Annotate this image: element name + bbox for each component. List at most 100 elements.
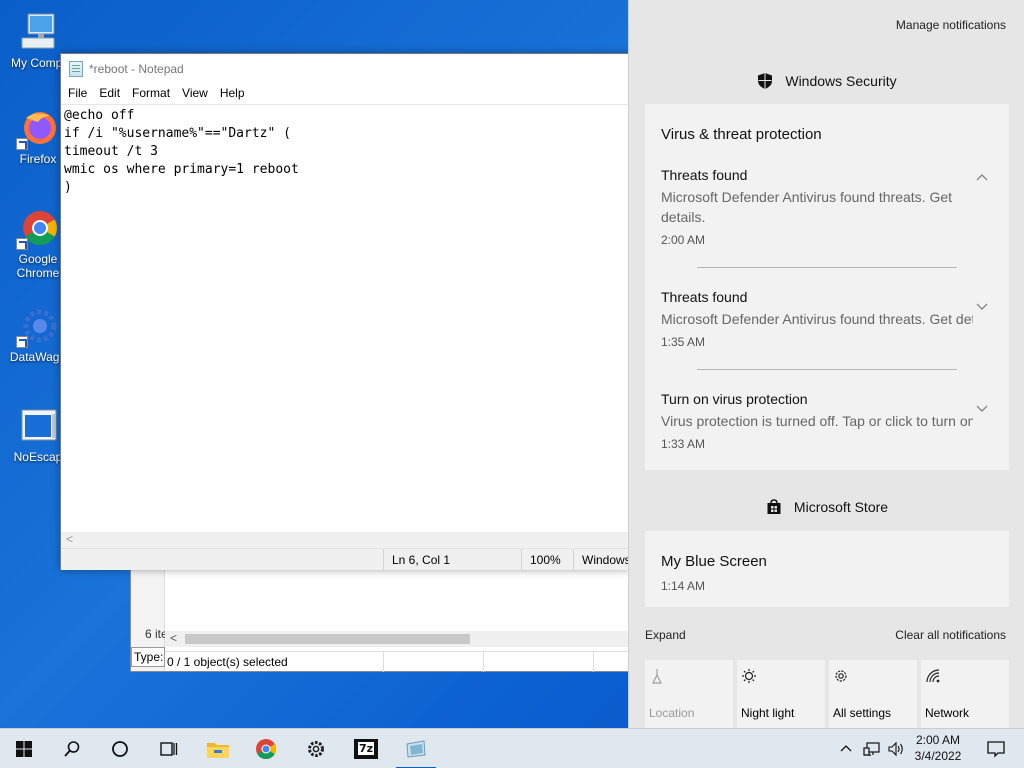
cortana-button[interactable] bbox=[96, 729, 144, 768]
menu-view[interactable]: View bbox=[177, 84, 215, 102]
notification-body: Virus protection is turned off. Tap or c… bbox=[661, 413, 973, 429]
app-icon bbox=[406, 740, 426, 758]
notepad-title-bar[interactable]: *reboot - Notepad bbox=[61, 54, 629, 84]
start-icon bbox=[16, 741, 32, 757]
horizontal-scrollbar[interactable]: < bbox=[61, 532, 629, 548]
network-icon bbox=[926, 669, 940, 683]
notification-time: 2:00 AM bbox=[661, 233, 706, 247]
notification-item[interactable]: My Blue Screen 1:14 AM bbox=[661, 553, 993, 593]
notification-item[interactable]: Threats found Microsoft Defender Antivir… bbox=[661, 289, 993, 349]
notification-center-icon bbox=[987, 741, 1005, 758]
taskbar-settings[interactable] bbox=[292, 729, 340, 768]
windows-security-header: Windows Security bbox=[629, 72, 1024, 90]
clock[interactable]: 2:00 AM 3/4/2022 bbox=[908, 732, 968, 764]
action-center-button[interactable] bbox=[972, 729, 1020, 768]
shortcut-arrow-icon bbox=[16, 238, 28, 250]
scroll-left-icon[interactable]: < bbox=[66, 532, 73, 546]
chrome-icon bbox=[256, 739, 276, 759]
menu-format[interactable]: Format bbox=[127, 84, 177, 102]
manage-notifications-link[interactable]: Manage notifications bbox=[896, 18, 1006, 32]
search-button[interactable] bbox=[48, 729, 96, 768]
menu-edit[interactable]: Edit bbox=[94, 84, 127, 102]
location-icon bbox=[652, 669, 662, 684]
taskbar-chrome[interactable] bbox=[242, 729, 290, 768]
clock-time: 2:00 AM bbox=[915, 733, 961, 747]
notification-item[interactable]: Threats found Microsoft Defender Antivir… bbox=[661, 167, 993, 247]
notification-divider bbox=[697, 267, 957, 268]
7zip-icon: 7z bbox=[354, 739, 378, 759]
group-title: Windows Security bbox=[785, 73, 897, 89]
notification-title: My Blue Screen bbox=[661, 553, 767, 570]
chevron-up-icon[interactable] bbox=[975, 171, 989, 185]
computer-icon bbox=[18, 10, 62, 54]
clock-date: 3/4/2022 bbox=[914, 749, 962, 763]
status-separator bbox=[593, 652, 594, 672]
store-bag-icon bbox=[767, 499, 781, 514]
night-light-icon bbox=[742, 669, 756, 683]
notification-divider bbox=[697, 369, 957, 370]
settings-icon bbox=[308, 741, 324, 757]
network-tray-button[interactable] bbox=[860, 729, 884, 768]
quick-action-label: All settings bbox=[833, 706, 892, 720]
chevron-up-icon bbox=[840, 745, 852, 752]
action-center-panel: Manage notifications Windows Security Vi… bbox=[628, 0, 1024, 728]
taskbar-active-app[interactable] bbox=[392, 729, 440, 768]
explorer-window[interactable]: 6 ite Type: < 0 / 1 object(s) selected bbox=[130, 560, 630, 672]
taskbar-7zip[interactable]: 7z bbox=[342, 729, 390, 768]
chevron-down-icon[interactable] bbox=[975, 299, 989, 313]
notification-title: Threats found bbox=[661, 167, 748, 183]
line-ending: Windows (CRLF) bbox=[573, 549, 629, 571]
notepad-status-bar: Ln 6, Col 1 100% Windows (CRLF) bbox=[61, 548, 629, 571]
notification-title: Threats found bbox=[661, 289, 748, 305]
notepad-icon bbox=[69, 61, 83, 77]
start-button[interactable] bbox=[0, 729, 48, 768]
quick-action-network[interactable]: Network bbox=[921, 660, 1009, 728]
7zip-label: 7z bbox=[357, 742, 375, 755]
type-column-header[interactable]: Type: bbox=[131, 647, 165, 667]
quick-action-label: Night light bbox=[741, 706, 795, 720]
notification-body: Microsoft Defender Antivirus found threa… bbox=[661, 189, 953, 225]
cortana-icon bbox=[112, 741, 128, 757]
show-hidden-icons-button[interactable] bbox=[834, 729, 858, 768]
task-view-button[interactable] bbox=[144, 729, 192, 768]
menu-file[interactable]: File bbox=[63, 84, 94, 102]
quick-action-label: Network bbox=[925, 706, 970, 720]
notification-time: 1:33 AM bbox=[661, 437, 706, 451]
file-explorer-icon bbox=[207, 743, 229, 758]
selection-status: 0 / 1 object(s) selected bbox=[167, 655, 288, 669]
notification-title: Turn on virus protection bbox=[661, 391, 808, 407]
quick-action-night-light[interactable]: Night light bbox=[737, 660, 825, 728]
taskbar-file-explorer[interactable] bbox=[194, 729, 242, 768]
chevron-down-icon[interactable] bbox=[975, 401, 989, 415]
cursor-position: Ln 6, Col 1 bbox=[383, 549, 521, 571]
horizontal-scrollbar[interactable]: < bbox=[165, 631, 629, 647]
desktop-icon-label: Google Chrome bbox=[16, 252, 60, 280]
quick-action-label: Location bbox=[649, 706, 695, 720]
menu-help[interactable]: Help bbox=[215, 84, 252, 102]
volume-button[interactable] bbox=[884, 729, 908, 768]
group-title: Microsoft Store bbox=[793, 499, 889, 515]
text-editor[interactable]: @echo off if /i "%username%"=="Dartz" ( … bbox=[61, 104, 629, 532]
status-separator bbox=[483, 652, 484, 672]
expand-link[interactable]: Expand bbox=[645, 628, 686, 642]
task-view-icon bbox=[160, 742, 178, 756]
scroll-left-icon[interactable]: < bbox=[170, 631, 177, 645]
notification-item[interactable]: Turn on virus protection Virus protectio… bbox=[661, 391, 993, 451]
firefox-icon bbox=[16, 106, 60, 150]
scrollbar-thumb[interactable] bbox=[185, 634, 470, 644]
clear-all-notifications-link[interactable]: Clear all notifications bbox=[895, 628, 1006, 642]
gear-icon bbox=[835, 670, 847, 682]
status-separator bbox=[383, 652, 384, 672]
notepad-window[interactable]: *reboot - Notepad File Edit Format View … bbox=[60, 53, 630, 571]
volume-icon bbox=[888, 741, 903, 757]
quick-action-location[interactable]: Location bbox=[645, 660, 733, 728]
window-title: *reboot - Notepad bbox=[89, 62, 184, 76]
taskbar: 7z 2:00 AM 3/4/2022 bbox=[0, 728, 1024, 768]
quick-action-all-settings[interactable]: All settings bbox=[829, 660, 917, 728]
search-icon bbox=[64, 741, 80, 757]
noescape-icon bbox=[16, 404, 60, 448]
microsoft-store-card[interactable]: My Blue Screen 1:14 AM bbox=[645, 531, 1009, 607]
notification-time: 1:14 AM bbox=[661, 579, 706, 593]
menu-bar: File Edit Format View Help bbox=[61, 84, 629, 102]
chrome-icon bbox=[16, 206, 60, 250]
